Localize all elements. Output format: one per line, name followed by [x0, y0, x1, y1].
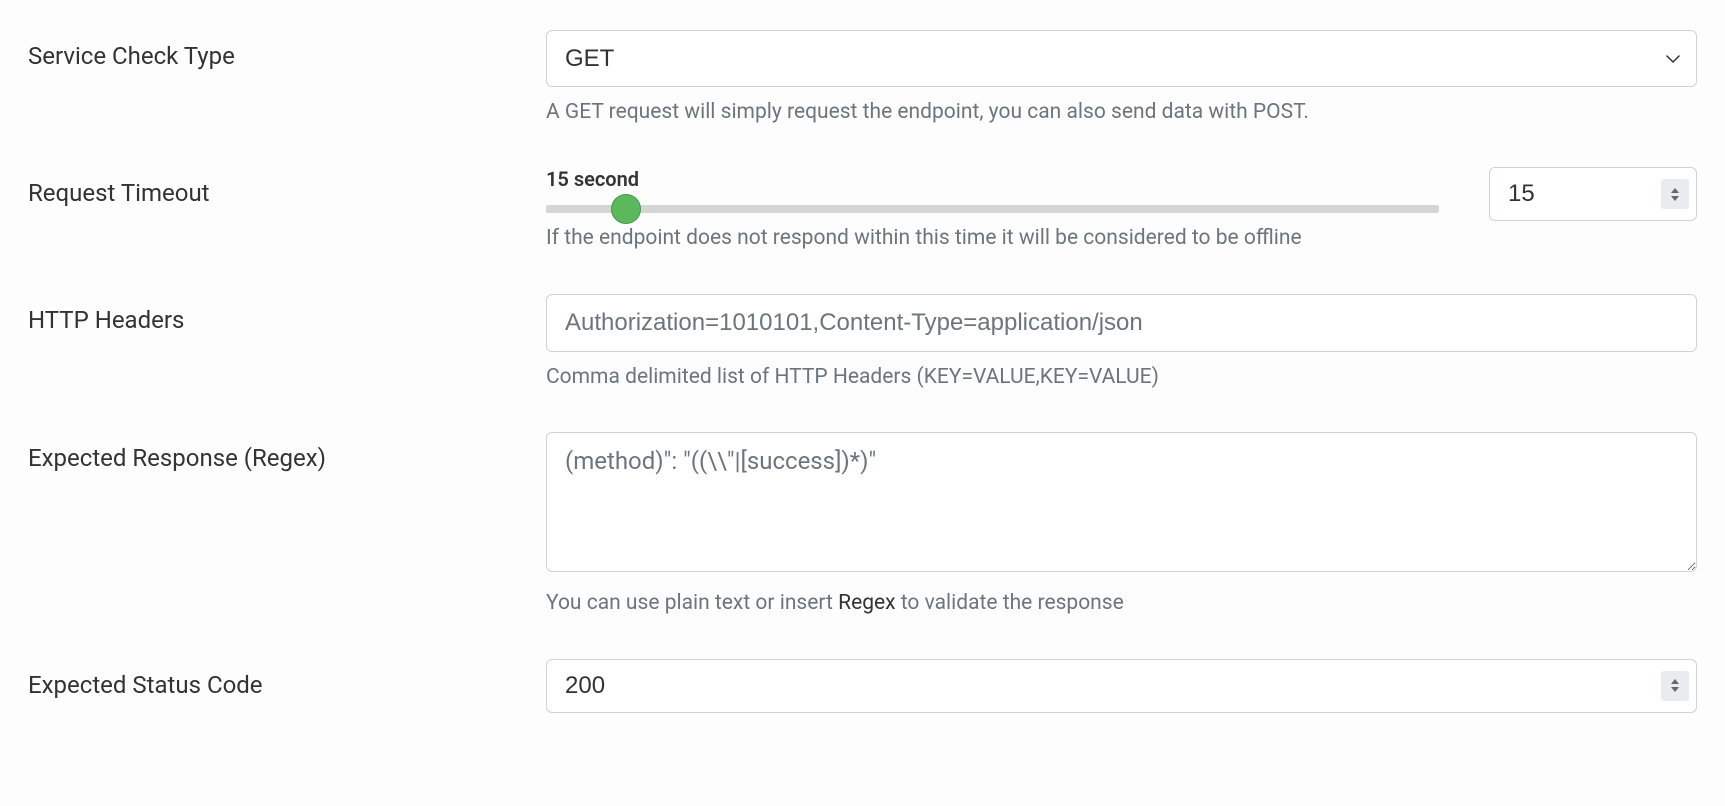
row-expected-response: Expected Response (Regex) You can use pl…	[28, 432, 1697, 618]
row-http-headers: HTTP Headers Comma delimited list of HTT…	[28, 294, 1697, 392]
chevron-down-icon	[1671, 196, 1679, 201]
slider-value-label: 15 second	[546, 167, 1439, 191]
label-request-timeout: Request Timeout	[28, 167, 546, 207]
row-request-timeout: Request Timeout 15 second If the endpoin…	[28, 167, 1697, 253]
select-service-check-type[interactable]: GET	[546, 30, 1697, 87]
input-http-headers[interactable]	[546, 294, 1697, 352]
chevron-up-icon	[1671, 188, 1679, 193]
help-expected-response-after: to validate the response	[896, 591, 1124, 615]
help-http-headers: Comma delimited list of HTTP Headers (KE…	[546, 362, 1697, 392]
row-expected-status-code: Expected Status Code	[28, 659, 1697, 713]
number-stepper-status[interactable]	[1661, 671, 1689, 701]
textarea-expected-response[interactable]	[546, 432, 1697, 572]
chevron-down-icon	[1671, 687, 1679, 692]
help-service-check-type: A GET request will simply request the en…	[546, 97, 1697, 127]
chevron-up-icon	[1671, 679, 1679, 684]
input-expected-status-code[interactable]	[546, 659, 1697, 713]
row-service-check-type: Service Check Type GET A GET request wil…	[28, 30, 1697, 127]
help-expected-response-before: You can use plain text or insert	[546, 591, 838, 615]
help-request-timeout: If the endpoint does not respond within …	[546, 223, 1439, 253]
label-http-headers: HTTP Headers	[28, 294, 546, 334]
label-service-check-type: Service Check Type	[28, 30, 546, 70]
label-expected-status-code: Expected Status Code	[28, 659, 546, 699]
label-expected-response: Expected Response (Regex)	[28, 432, 546, 472]
help-expected-response: You can use plain text or insert Regex t…	[546, 588, 1697, 618]
number-stepper[interactable]	[1661, 179, 1689, 209]
slider-thumb[interactable]	[611, 194, 641, 224]
regex-link[interactable]: Regex	[838, 591, 895, 615]
timeout-slider[interactable]	[546, 205, 1439, 213]
